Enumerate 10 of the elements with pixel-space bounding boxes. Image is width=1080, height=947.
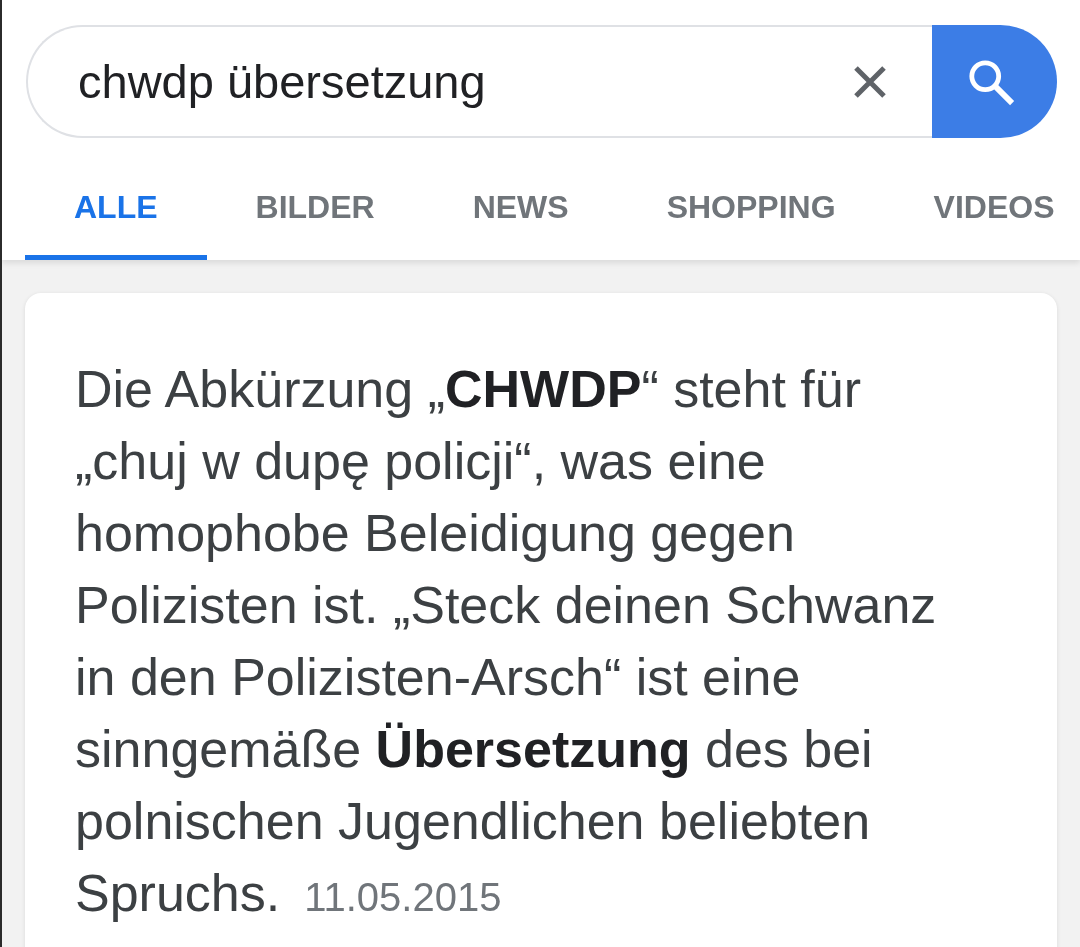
result-date: 11.05.2015 — [304, 875, 502, 919]
tab[interactable]: SHOPPING — [617, 176, 885, 260]
close-icon — [853, 64, 887, 99]
tab[interactable]: ALLE — [25, 176, 207, 260]
tab[interactable]: BILDER — [206, 176, 424, 260]
tab[interactable]: VIDEOS — [884, 176, 1080, 260]
tab[interactable]: NEWS — [423, 176, 618, 260]
search-icon — [966, 57, 1015, 106]
search-button[interactable] — [932, 25, 1057, 138]
result-snippet: Die Abkürzung „CHWDP“ steht für „chuj w dupę policji“, was eine homophobe Beleidigung gegen Polizisten ist. „Steck deinen Schwanz in den Polizisten-Arsch“ ist eine sinngemäße Übersetzung des bei polnischen Jugendlichen beliebten Spruchs. 11.05.2015 — [75, 359, 938, 924]
